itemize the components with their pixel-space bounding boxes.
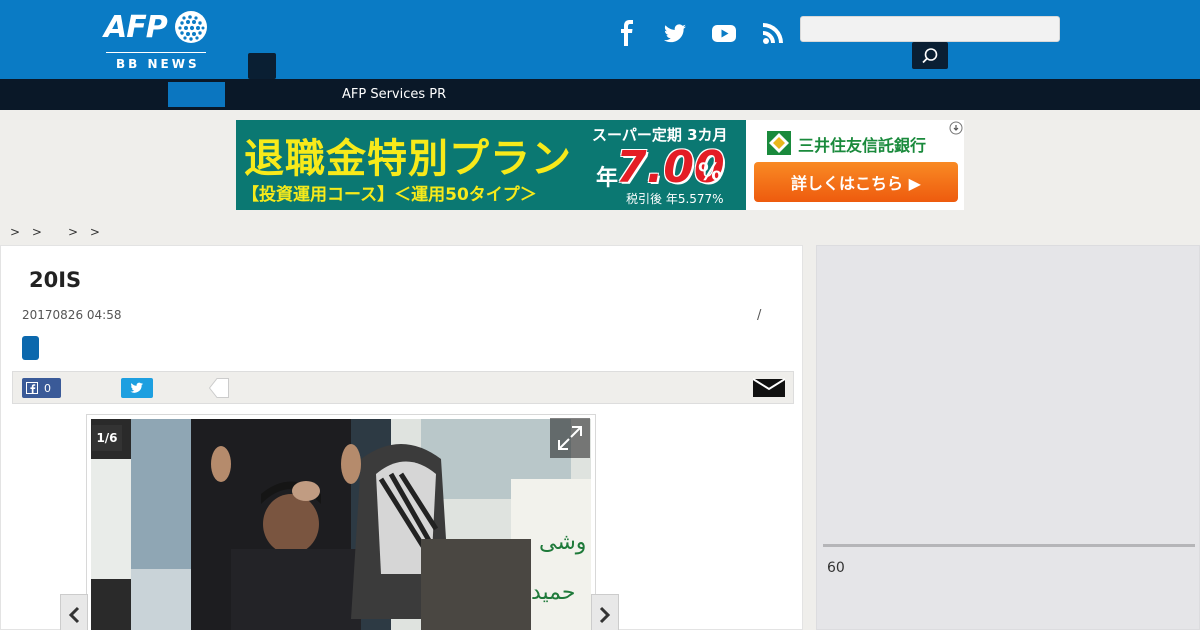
twitter-icon xyxy=(130,382,144,393)
ad-choices-icon[interactable] xyxy=(949,121,963,135)
main-nav: AFP Services PR xyxy=(0,79,1200,110)
logo-text: AFP xyxy=(104,10,168,45)
photo-slider: وشی حمید xyxy=(86,414,596,630)
chevron-right-icon xyxy=(599,606,611,624)
article-date: 20170826 04:58 xyxy=(22,308,122,322)
svg-text:وشی: وشی xyxy=(539,530,586,555)
sidebar-divider xyxy=(823,544,1195,547)
menu-button[interactable] xyxy=(248,53,276,79)
bank-logo-icon xyxy=(767,131,791,155)
site-header: AFP BB NEWS xyxy=(0,0,1200,79)
ad-year: 年 xyxy=(596,166,619,191)
afp-bb-news-logo[interactable]: AFP BB NEWS xyxy=(104,8,208,72)
article-title: 20IS xyxy=(29,268,82,292)
facebook-share-count: 0 xyxy=(44,381,51,395)
svg-text:حمید: حمید xyxy=(531,580,576,605)
bookmark-share-button[interactable] xyxy=(209,378,229,398)
twitter-icon[interactable] xyxy=(660,18,690,48)
search-button[interactable] xyxy=(912,42,948,69)
breadcrumb-sep-1: > > xyxy=(10,225,46,239)
search-input[interactable] xyxy=(800,16,1060,42)
chevron-left-icon xyxy=(68,606,80,624)
prev-slide-button[interactable] xyxy=(60,594,88,630)
article-photo[interactable]: وشی حمید xyxy=(91,419,591,630)
logo-subtext: BB NEWS xyxy=(116,57,200,71)
facebook-icon[interactable] xyxy=(613,18,643,48)
expand-button[interactable] xyxy=(550,418,590,458)
search-icon xyxy=(922,47,938,63)
ad-after-tax: 税引後 年5.577% xyxy=(626,192,724,206)
ad-banner[interactable]: 退職金特別プラン 【投資運用コース】＜運用50タイプ＞ スーパー定期 3カ月 年… xyxy=(236,120,964,210)
ad-right-panel: 三井住友信託銀行 詳しくはこちら ▶ xyxy=(746,120,964,210)
nav-item-afp-services-pr[interactable]: AFP Services PR xyxy=(342,87,446,102)
globe-icon xyxy=(175,11,207,43)
facebook-share-button[interactable]: 0 xyxy=(22,378,61,398)
ad-cta-button[interactable]: 詳しくはこちら ▶ xyxy=(754,162,958,202)
facebook-icon xyxy=(26,382,38,394)
sidebar: 60 xyxy=(816,245,1200,630)
mail-share-icon[interactable] xyxy=(753,378,785,398)
rss-icon[interactable] xyxy=(758,18,788,48)
ad-subline: 【投資運用コース】＜運用50タイプ＞ xyxy=(242,185,537,205)
nav-item-active[interactable] xyxy=(168,82,225,107)
expand-icon xyxy=(558,426,582,450)
twitter-share-button[interactable] xyxy=(121,378,153,398)
share-bar: 0 xyxy=(12,371,794,404)
ad-headline: 退職金特別プラン xyxy=(244,136,572,182)
youtube-icon[interactable] xyxy=(709,18,739,48)
sidebar-count: 60 xyxy=(827,560,845,576)
ad-percent: % xyxy=(698,158,723,186)
category-tag[interactable] xyxy=(22,336,39,360)
ad-bank-name: 三井住友信託銀行 xyxy=(798,136,927,155)
next-slide-button[interactable] xyxy=(591,594,619,630)
logo-divider xyxy=(106,52,206,53)
article-meta-separator: / xyxy=(757,308,762,323)
breadcrumb-sep-2: > > xyxy=(68,225,104,239)
slide-counter: 1/6 xyxy=(92,425,122,451)
